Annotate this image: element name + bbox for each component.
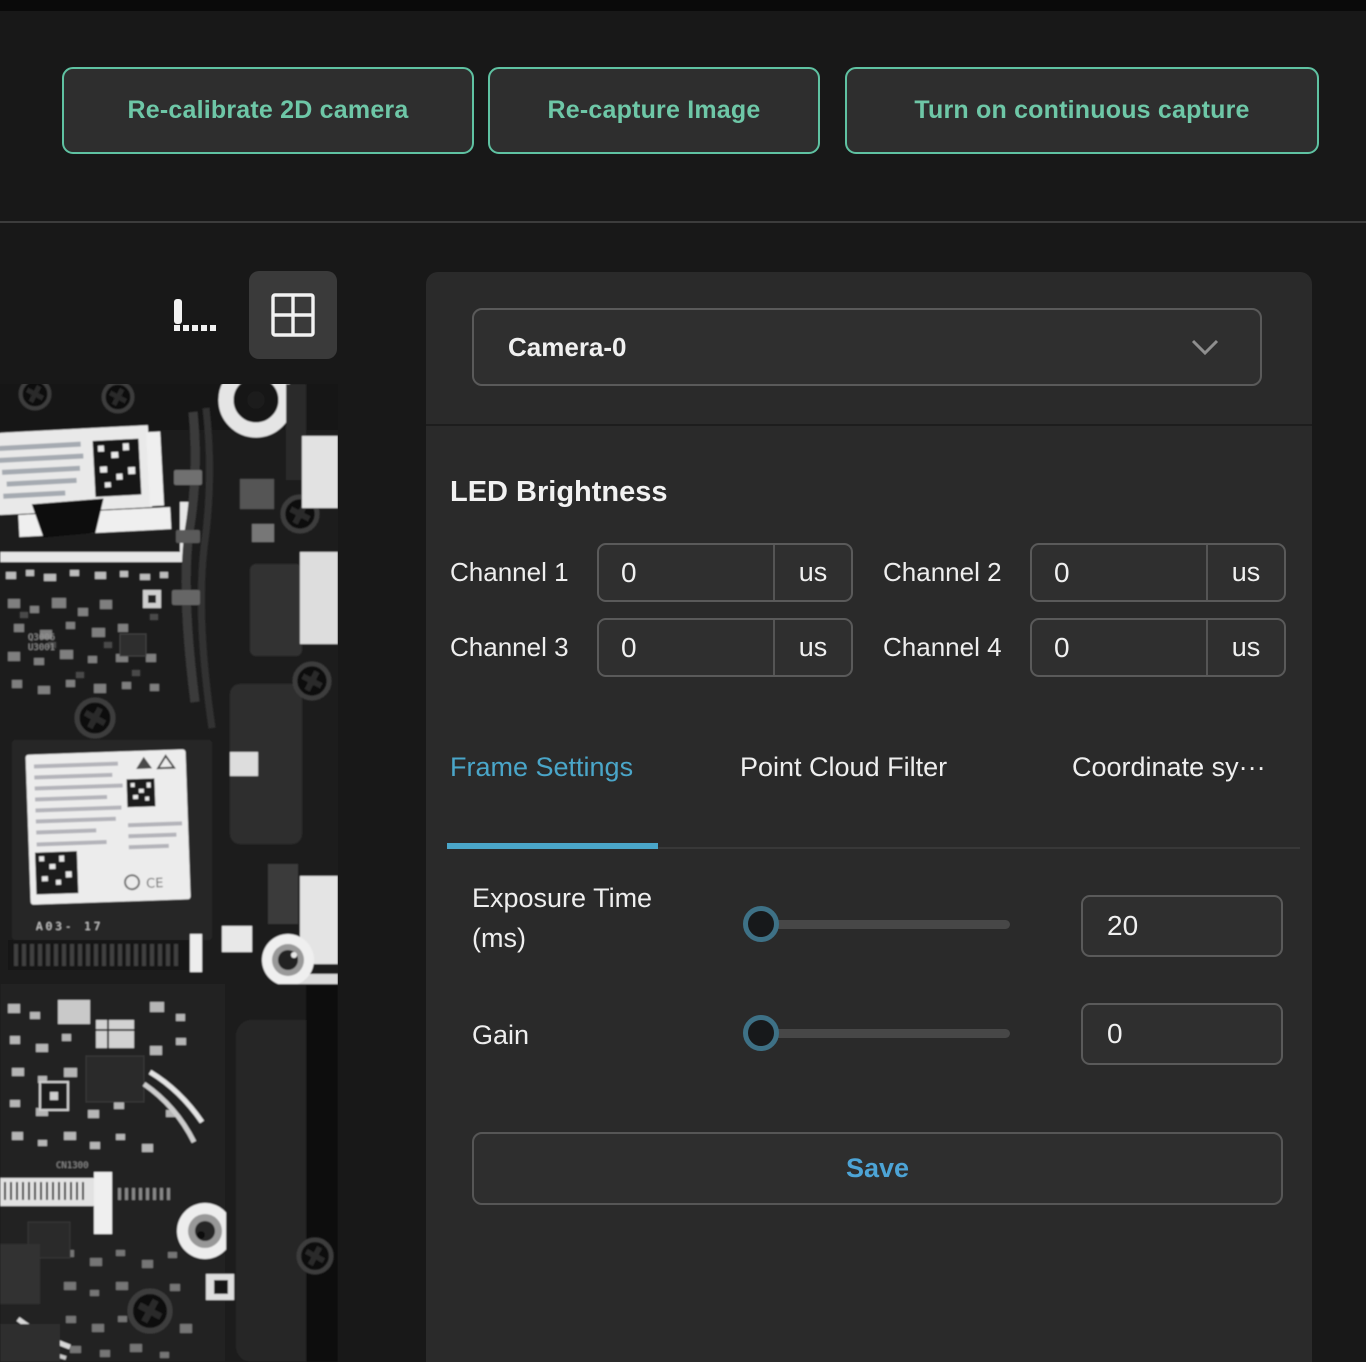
pcb-ref-q: Q3006: [28, 633, 55, 643]
app-window: Re-calibrate 2D camera Re-capture Image …: [0, 0, 1366, 1362]
pcb-ref-u: U3001: [28, 643, 55, 653]
tab-coordinate-system[interactable]: Coordinate sy···: [1072, 752, 1304, 783]
pcb-ref-cn: CN1300: [56, 1161, 89, 1171]
channel-3-unit: us: [775, 620, 851, 675]
gain-label: Gain: [472, 1015, 529, 1055]
tab-point-cloud-filter[interactable]: Point Cloud Filter: [740, 752, 947, 783]
camera-image-view: CE A03- 17 Q3006 U3001: [0, 384, 338, 1362]
channel-1-input[interactable]: [599, 545, 773, 600]
exposure-time-label: Exposure Time (ms): [472, 878, 652, 958]
channel-1-label: Channel 1: [450, 557, 569, 588]
channel-4-input[interactable]: [1032, 620, 1206, 675]
header-divider: [0, 221, 1366, 223]
camera-select[interactable]: Camera-0: [472, 308, 1262, 386]
recalibrate-2d-camera-button[interactable]: Re-calibrate 2D camera: [62, 67, 474, 154]
save-button[interactable]: Save: [472, 1132, 1283, 1205]
svg-text:CE: CE: [146, 876, 164, 892]
gain-slider-track[interactable]: [746, 1029, 1010, 1038]
gain-slider[interactable]: [746, 1015, 1010, 1051]
exposure-slider-track[interactable]: [746, 920, 1010, 929]
channel-2-input[interactable]: [1032, 545, 1206, 600]
gain-slider-handle[interactable]: [743, 1015, 779, 1051]
single-view-toggle[interactable]: [161, 287, 229, 347]
section-divider: [426, 424, 1312, 426]
channel-2-input-group: us: [1030, 543, 1286, 602]
channel-4-unit: us: [1208, 620, 1284, 675]
camera-settings-panel: Camera-0 LED Brightness Channel 1 us Cha…: [426, 272, 1312, 1362]
channel-1-input-group: us: [597, 543, 853, 602]
exposure-slider[interactable]: [746, 906, 1010, 942]
single-pane-view-icon: [174, 303, 216, 331]
camera-select-value: Camera-0: [474, 332, 1190, 363]
gain-value-input[interactable]: [1083, 1018, 1267, 1050]
channel-3-input[interactable]: [599, 620, 773, 675]
exposure-slider-handle[interactable]: [743, 906, 779, 942]
continuous-capture-button[interactable]: Turn on continuous capture: [845, 67, 1319, 154]
tab-frame-settings[interactable]: Frame Settings: [450, 752, 633, 783]
recapture-image-button[interactable]: Re-capture Image: [488, 67, 820, 154]
top-strip: [0, 0, 1366, 11]
channel-3-input-group: us: [597, 618, 853, 677]
active-tab-indicator: [447, 843, 658, 849]
grid-view-toggle[interactable]: [249, 271, 337, 359]
channel-4-input-group: us: [1030, 618, 1286, 677]
grid-view-icon: [270, 292, 316, 338]
channel-4-label: Channel 4: [883, 632, 1002, 663]
channel-2-label: Channel 2: [883, 557, 1002, 588]
channel-2-unit: us: [1208, 545, 1284, 600]
channel-1-unit: us: [775, 545, 851, 600]
exposure-value-box: [1081, 895, 1283, 957]
chevron-down-icon: [1190, 338, 1220, 356]
led-brightness-title: LED Brightness: [450, 476, 668, 509]
gain-value-box: [1081, 1003, 1283, 1065]
exposure-value-input[interactable]: [1083, 910, 1267, 942]
channel-3-label: Channel 3: [450, 632, 569, 663]
pcb-module-marking: A03- 17: [36, 920, 103, 933]
